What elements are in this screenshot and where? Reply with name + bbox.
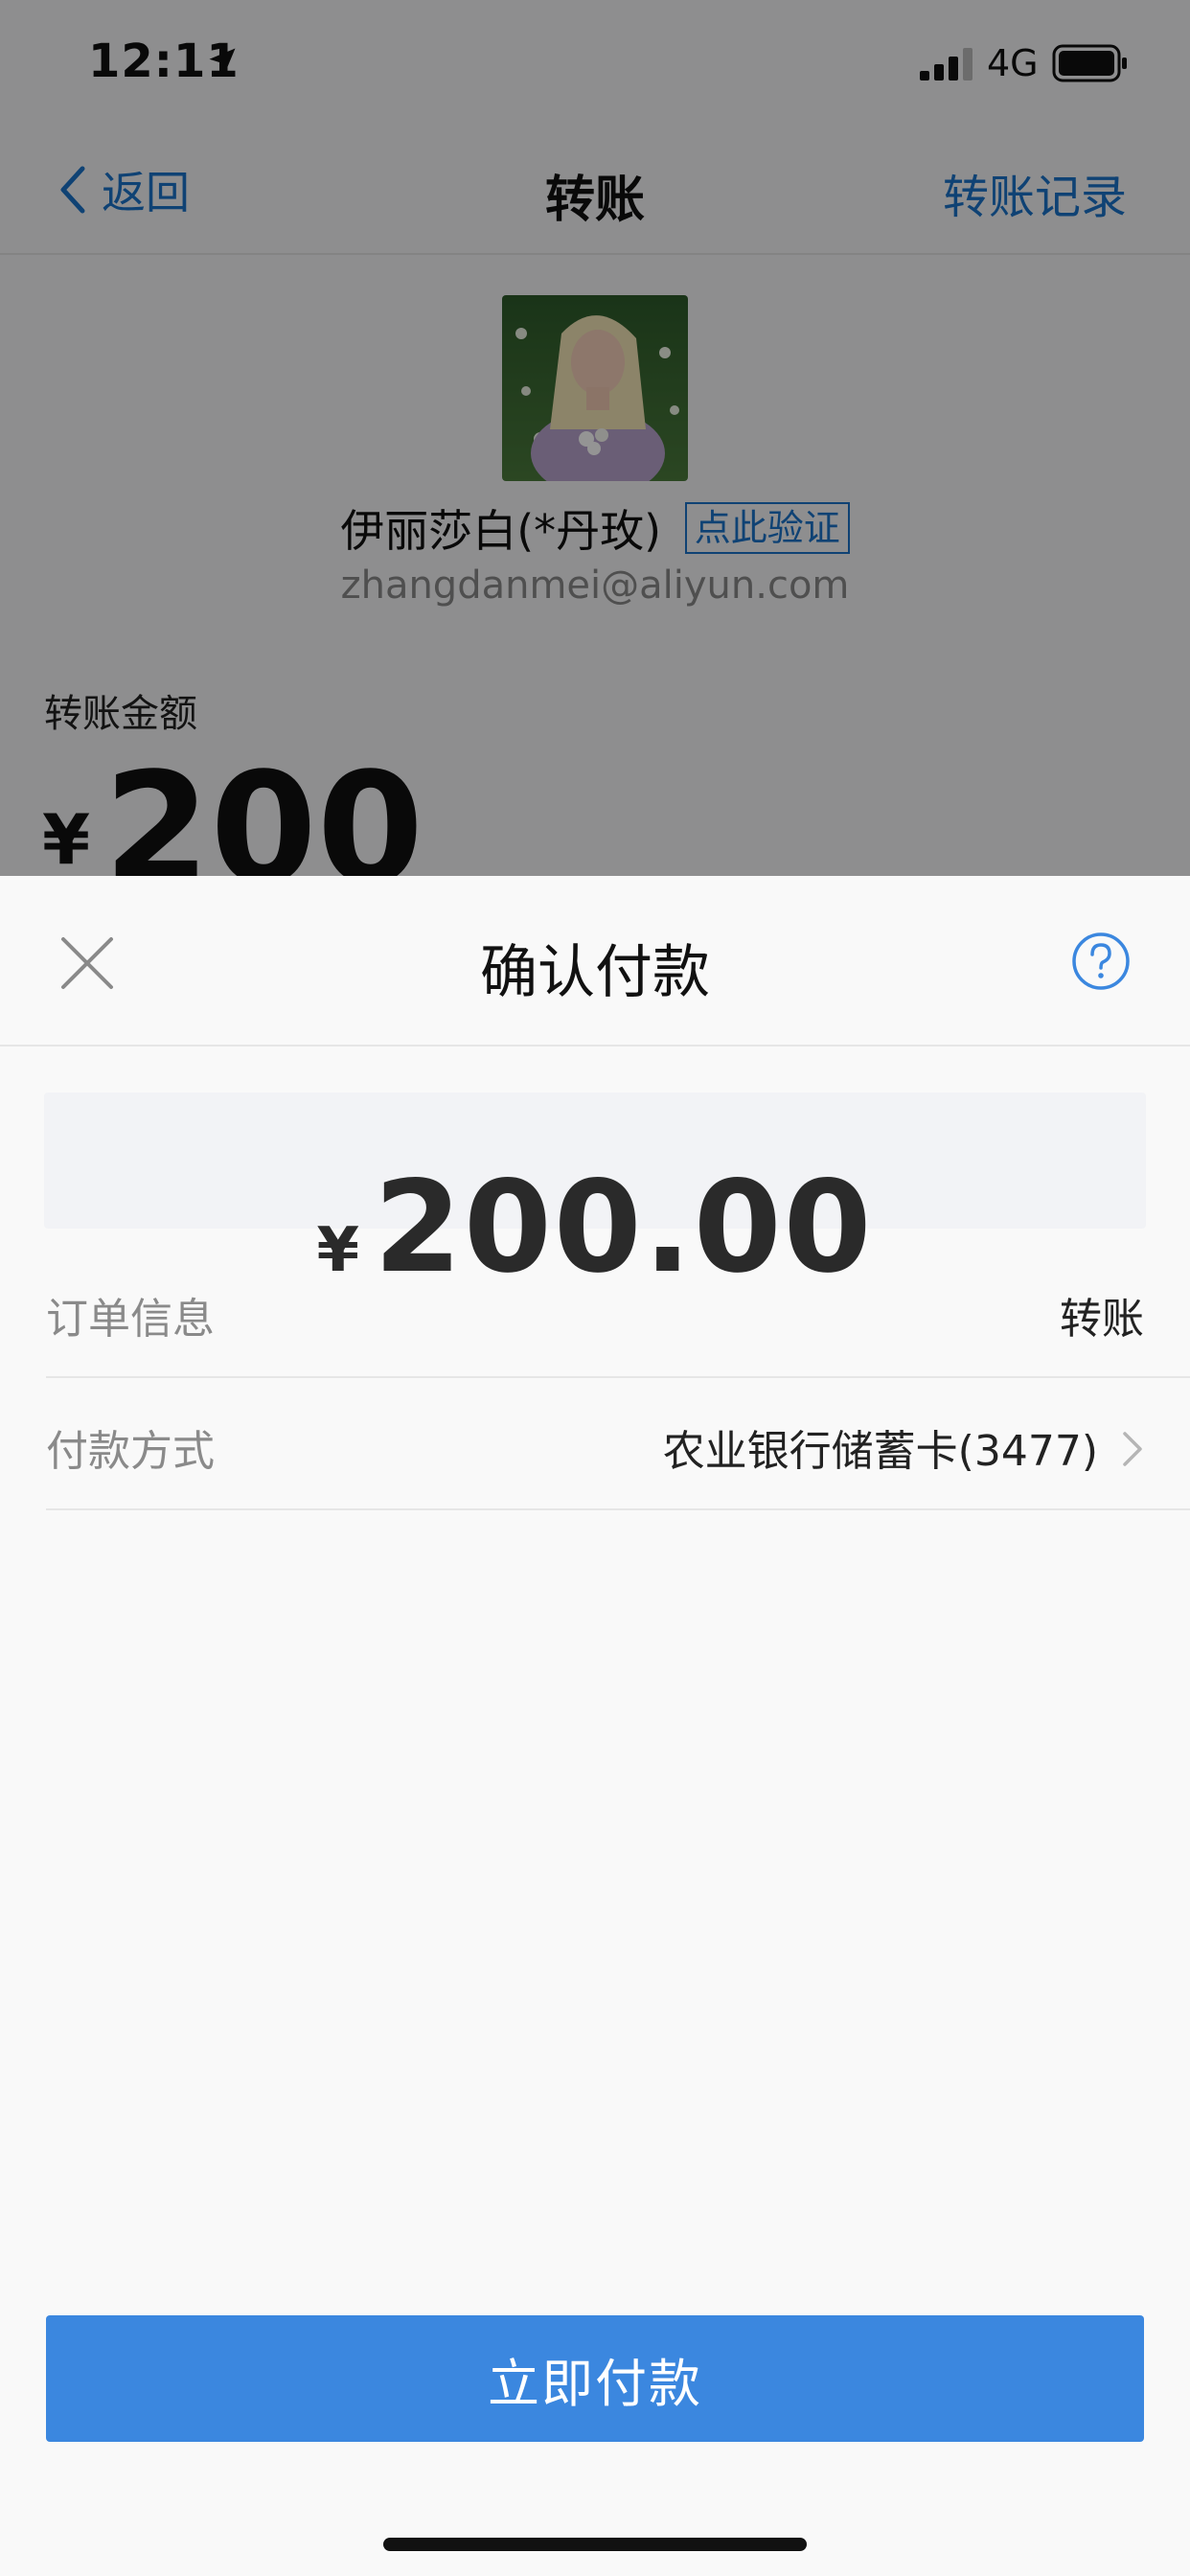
- sheet-title: 确认付款: [480, 939, 710, 1006]
- payment-method-row[interactable]: 付款方式 农业银行储蓄卡(3477): [46, 1378, 1190, 1510]
- chevron-right-icon: [1123, 1432, 1142, 1466]
- order-info-row: 订单信息 转账: [46, 1246, 1190, 1378]
- payment-method-label: 付款方式: [46, 1427, 215, 1476]
- payment-method-value: 农业银行储蓄卡(3477): [662, 1427, 1098, 1476]
- confirm-payment-sheet: 确认付款 ¥ 200.00 订单信息 转账 付款方式 农业银行储蓄卡(3477)…: [0, 876, 1190, 2576]
- order-info-label: 订单信息: [46, 1295, 215, 1344]
- sheet-header: 确认付款: [0, 876, 1190, 1046]
- home-indicator[interactable]: [383, 2538, 807, 2551]
- pay-now-button[interactable]: 立即付款: [46, 2315, 1144, 2442]
- question-circle-icon[interactable]: [1071, 932, 1131, 991]
- order-info-value: 转账: [1060, 1295, 1144, 1344]
